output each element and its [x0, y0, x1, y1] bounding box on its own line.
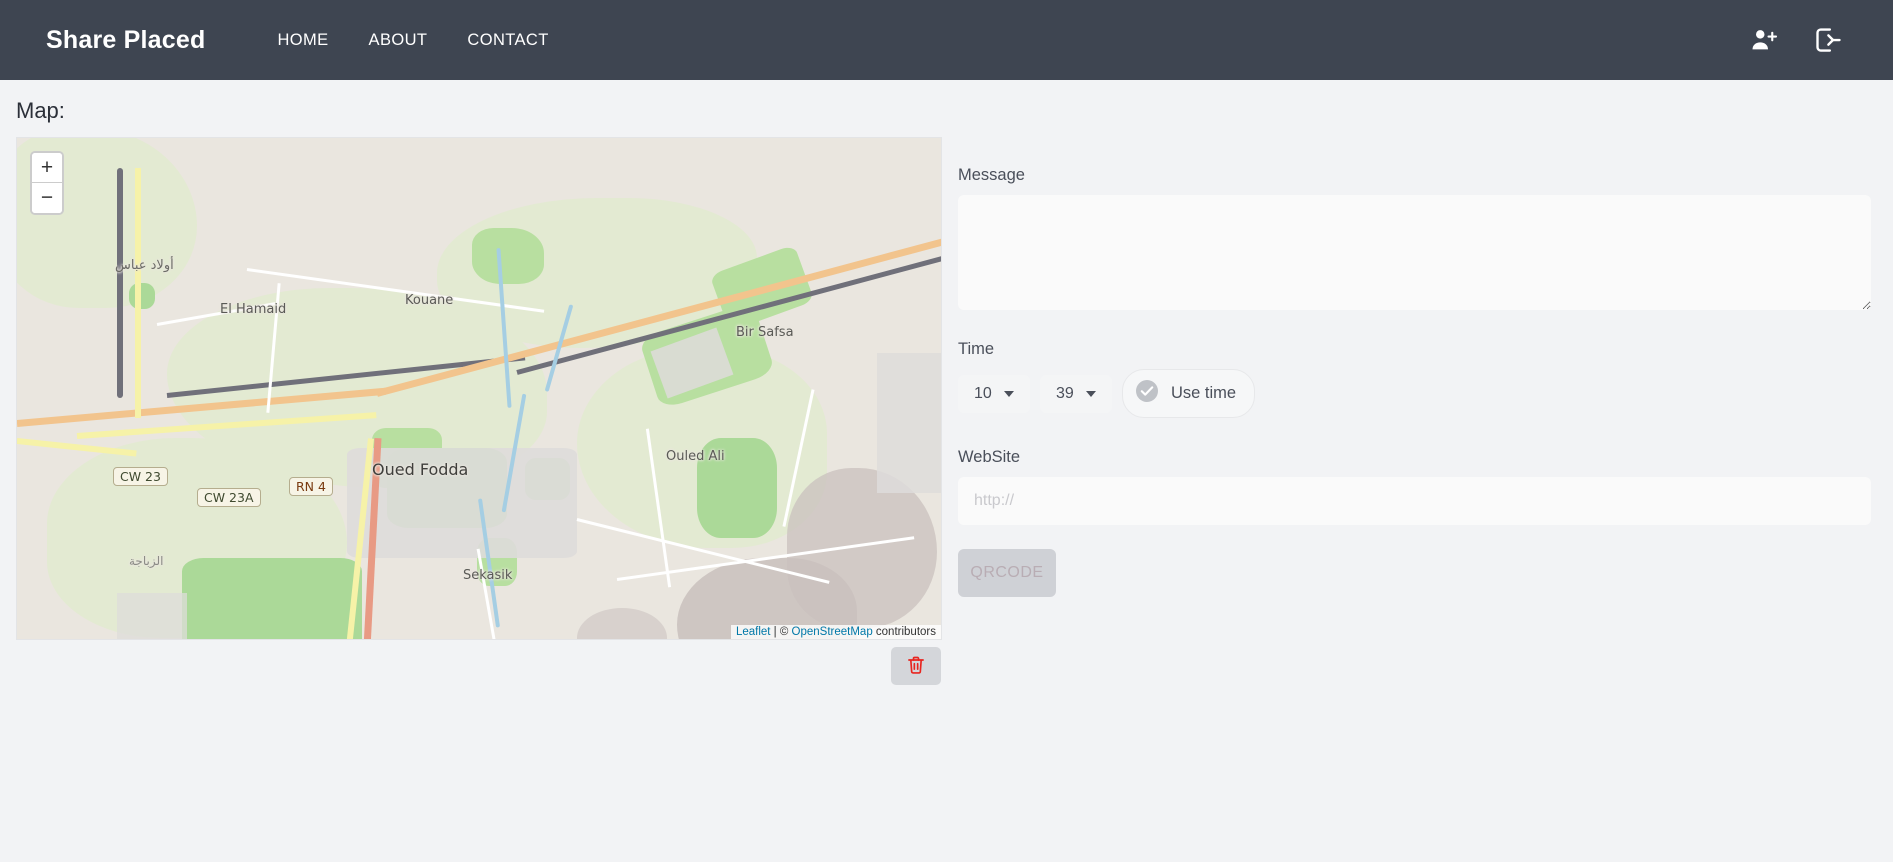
qrcode-button[interactable]: QRCODE	[958, 549, 1056, 597]
delete-map-marker-button[interactable]	[891, 647, 941, 685]
zoom-out-button[interactable]: −	[32, 183, 62, 213]
map-road-shield: CW 23	[113, 467, 168, 486]
map-forest-patch	[182, 558, 362, 639]
person-add-icon[interactable]	[1747, 23, 1781, 57]
leaflet-map[interactable]: أولاد عباس El Hamaid Kouane Bir Safsa Ou…	[16, 137, 942, 640]
check-circle-icon	[1135, 379, 1159, 408]
map-actions-row	[17, 647, 941, 685]
map-zoom-control: + −	[30, 151, 64, 215]
attribution-suffix: contributors	[872, 626, 936, 638]
nav-link-about[interactable]: ABOUT	[349, 23, 448, 58]
map-forest-patch	[129, 283, 155, 309]
attribution-separator: | ©	[770, 626, 792, 638]
zoom-in-button[interactable]: +	[32, 153, 62, 183]
website-label: WebSite	[958, 448, 1021, 466]
use-time-label: Use time	[1171, 384, 1237, 402]
openstreetmap-link[interactable]: OpenStreetMap	[792, 626, 873, 638]
map-urban-patch	[117, 593, 187, 639]
map-tile-canvas: أولاد عباس El Hamaid Kouane Bir Safsa Ou…	[17, 138, 941, 639]
share-form: Message Time 10 39 Use time WebSite http…	[958, 124, 1893, 597]
time-row: 10 39 Use time	[958, 369, 1871, 418]
message-input[interactable]	[958, 195, 1871, 310]
map-label: El Hamaid	[220, 302, 287, 317]
map-label: Bir Safsa	[736, 325, 794, 340]
map-urban-patch	[877, 353, 941, 493]
map-forest-patch	[472, 228, 544, 284]
map-label: Kouane	[405, 293, 454, 308]
content-row: أولاد عباس El Hamaid Kouane Bir Safsa Ou…	[0, 124, 1893, 685]
minute-select[interactable]: 39	[1040, 374, 1112, 413]
use-time-checkbox[interactable]: Use time	[1122, 369, 1256, 418]
page-title: Map:	[16, 98, 65, 123]
map-label: Oued Fodda	[372, 460, 469, 479]
map-attribution: Leaflet | © OpenStreetMap contributors	[730, 625, 941, 639]
trash-icon	[906, 654, 926, 679]
map-label: أولاد عباس	[115, 258, 174, 273]
top-navbar: Share Placed HOME ABOUT CONTACT	[0, 0, 1893, 80]
nav-link-contact[interactable]: CONTACT	[447, 23, 568, 58]
website-input[interactable]	[958, 477, 1871, 525]
map-road-shield: RN 4	[289, 477, 333, 496]
map-road-shield: CW 23A	[197, 488, 261, 507]
map-label: الزباجة	[129, 554, 164, 568]
map-railway	[117, 168, 123, 398]
nav-links: HOME ABOUT CONTACT	[257, 23, 568, 58]
nav-link-home[interactable]: HOME	[257, 23, 348, 58]
brand-logo[interactable]: Share Placed	[46, 26, 205, 55]
login-icon[interactable]	[1811, 23, 1845, 57]
leaflet-link[interactable]: Leaflet	[736, 626, 771, 638]
map-label: Sekasik	[463, 568, 513, 583]
map-label: Ouled Ali	[666, 449, 725, 464]
hour-select[interactable]: 10	[958, 374, 1030, 413]
page-body: Map: أولاد عباس El Hamaid Kouane Bir Saf…	[0, 98, 1893, 862]
nav-icon-group	[1747, 23, 1863, 57]
minute-value: 39	[1056, 384, 1074, 402]
map-column: أولاد عباس El Hamaid Kouane Bir Safsa Ou…	[0, 124, 958, 685]
hour-value: 10	[974, 384, 992, 402]
time-label: Time	[958, 340, 995, 358]
map-scrub-patch	[577, 608, 667, 639]
map-road-secondary	[135, 168, 141, 418]
message-label: Message	[958, 166, 1025, 184]
chevron-down-icon	[1003, 390, 1014, 397]
chevron-down-icon	[1085, 390, 1096, 397]
